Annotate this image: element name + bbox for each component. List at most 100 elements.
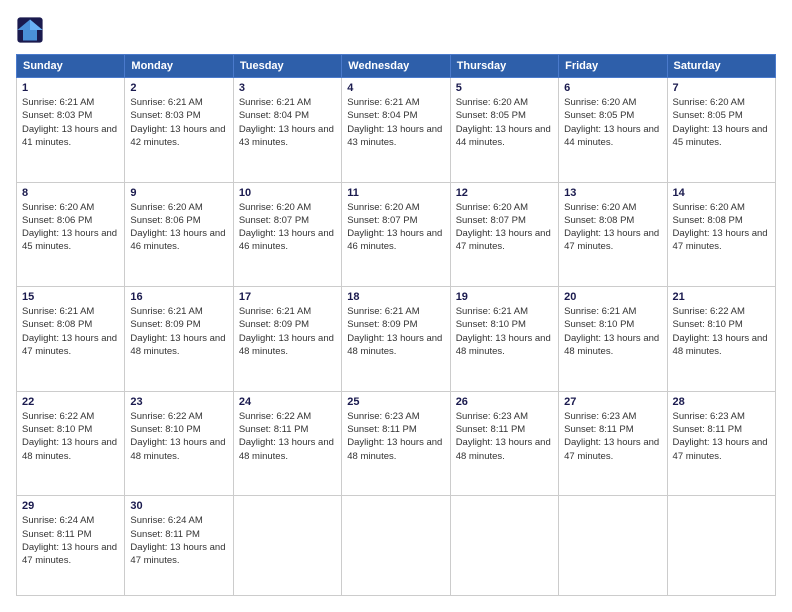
calendar-cell: 17 Sunrise: 6:21 AM Sunset: 8:09 PM Dayl… bbox=[233, 287, 341, 392]
day-number: 28 bbox=[673, 396, 770, 408]
day-info: Sunrise: 6:21 AM Sunset: 8:09 PM Dayligh… bbox=[130, 305, 227, 358]
day-info: Sunrise: 6:21 AM Sunset: 8:03 PM Dayligh… bbox=[22, 96, 119, 149]
calendar-cell: 10 Sunrise: 6:20 AM Sunset: 8:07 PM Dayl… bbox=[233, 182, 341, 287]
calendar-cell bbox=[450, 496, 558, 596]
calendar-header-row: SundayMondayTuesdayWednesdayThursdayFrid… bbox=[17, 55, 776, 78]
day-number: 24 bbox=[239, 396, 336, 408]
page: SundayMondayTuesdayWednesdayThursdayFrid… bbox=[0, 0, 792, 612]
day-header-wednesday: Wednesday bbox=[342, 55, 450, 78]
day-number: 6 bbox=[564, 82, 661, 94]
calendar-cell: 15 Sunrise: 6:21 AM Sunset: 8:08 PM Dayl… bbox=[17, 287, 125, 392]
calendar-cell: 19 Sunrise: 6:21 AM Sunset: 8:10 PM Dayl… bbox=[450, 287, 558, 392]
calendar-cell: 2 Sunrise: 6:21 AM Sunset: 8:03 PM Dayli… bbox=[125, 78, 233, 183]
day-info: Sunrise: 6:20 AM Sunset: 8:06 PM Dayligh… bbox=[22, 201, 119, 254]
day-info: Sunrise: 6:21 AM Sunset: 8:04 PM Dayligh… bbox=[347, 96, 444, 149]
day-info: Sunrise: 6:20 AM Sunset: 8:07 PM Dayligh… bbox=[347, 201, 444, 254]
day-number: 7 bbox=[673, 82, 770, 94]
calendar-cell bbox=[559, 496, 667, 596]
day-number: 9 bbox=[130, 187, 227, 199]
calendar-cell: 1 Sunrise: 6:21 AM Sunset: 8:03 PM Dayli… bbox=[17, 78, 125, 183]
calendar-cell: 4 Sunrise: 6:21 AM Sunset: 8:04 PM Dayli… bbox=[342, 78, 450, 183]
calendar-cell: 11 Sunrise: 6:20 AM Sunset: 8:07 PM Dayl… bbox=[342, 182, 450, 287]
day-number: 8 bbox=[22, 187, 119, 199]
calendar-cell: 7 Sunrise: 6:20 AM Sunset: 8:05 PM Dayli… bbox=[667, 78, 775, 183]
calendar-cell: 8 Sunrise: 6:20 AM Sunset: 8:06 PM Dayli… bbox=[17, 182, 125, 287]
day-info: Sunrise: 6:23 AM Sunset: 8:11 PM Dayligh… bbox=[564, 410, 661, 463]
day-number: 21 bbox=[673, 291, 770, 303]
day-info: Sunrise: 6:21 AM Sunset: 8:04 PM Dayligh… bbox=[239, 96, 336, 149]
calendar-cell: 27 Sunrise: 6:23 AM Sunset: 8:11 PM Dayl… bbox=[559, 391, 667, 496]
header bbox=[16, 16, 776, 44]
calendar-cell: 25 Sunrise: 6:23 AM Sunset: 8:11 PM Dayl… bbox=[342, 391, 450, 496]
calendar-week-2: 8 Sunrise: 6:20 AM Sunset: 8:06 PM Dayli… bbox=[17, 182, 776, 287]
day-info: Sunrise: 6:21 AM Sunset: 8:09 PM Dayligh… bbox=[239, 305, 336, 358]
day-number: 5 bbox=[456, 82, 553, 94]
day-number: 13 bbox=[564, 187, 661, 199]
calendar-cell: 13 Sunrise: 6:20 AM Sunset: 8:08 PM Dayl… bbox=[559, 182, 667, 287]
day-info: Sunrise: 6:22 AM Sunset: 8:10 PM Dayligh… bbox=[22, 410, 119, 463]
day-info: Sunrise: 6:20 AM Sunset: 8:08 PM Dayligh… bbox=[564, 201, 661, 254]
day-info: Sunrise: 6:23 AM Sunset: 8:11 PM Dayligh… bbox=[347, 410, 444, 463]
day-number: 15 bbox=[22, 291, 119, 303]
calendar-week-5: 29 Sunrise: 6:24 AM Sunset: 8:11 PM Dayl… bbox=[17, 496, 776, 596]
calendar-cell: 12 Sunrise: 6:20 AM Sunset: 8:07 PM Dayl… bbox=[450, 182, 558, 287]
day-number: 25 bbox=[347, 396, 444, 408]
day-info: Sunrise: 6:24 AM Sunset: 8:11 PM Dayligh… bbox=[22, 514, 119, 567]
calendar-cell: 6 Sunrise: 6:20 AM Sunset: 8:05 PM Dayli… bbox=[559, 78, 667, 183]
day-info: Sunrise: 6:22 AM Sunset: 8:10 PM Dayligh… bbox=[130, 410, 227, 463]
day-header-tuesday: Tuesday bbox=[233, 55, 341, 78]
calendar-week-1: 1 Sunrise: 6:21 AM Sunset: 8:03 PM Dayli… bbox=[17, 78, 776, 183]
day-number: 19 bbox=[456, 291, 553, 303]
day-number: 20 bbox=[564, 291, 661, 303]
calendar-week-4: 22 Sunrise: 6:22 AM Sunset: 8:10 PM Dayl… bbox=[17, 391, 776, 496]
day-header-monday: Monday bbox=[125, 55, 233, 78]
calendar-cell: 21 Sunrise: 6:22 AM Sunset: 8:10 PM Dayl… bbox=[667, 287, 775, 392]
calendar-cell: 24 Sunrise: 6:22 AM Sunset: 8:11 PM Dayl… bbox=[233, 391, 341, 496]
day-info: Sunrise: 6:22 AM Sunset: 8:10 PM Dayligh… bbox=[673, 305, 770, 358]
day-number: 3 bbox=[239, 82, 336, 94]
day-number: 27 bbox=[564, 396, 661, 408]
day-info: Sunrise: 6:24 AM Sunset: 8:11 PM Dayligh… bbox=[130, 514, 227, 567]
day-number: 12 bbox=[456, 187, 553, 199]
day-info: Sunrise: 6:20 AM Sunset: 8:07 PM Dayligh… bbox=[456, 201, 553, 254]
day-number: 2 bbox=[130, 82, 227, 94]
day-number: 18 bbox=[347, 291, 444, 303]
day-info: Sunrise: 6:21 AM Sunset: 8:03 PM Dayligh… bbox=[130, 96, 227, 149]
calendar-table: SundayMondayTuesdayWednesdayThursdayFrid… bbox=[16, 54, 776, 596]
day-number: 26 bbox=[456, 396, 553, 408]
day-info: Sunrise: 6:21 AM Sunset: 8:10 PM Dayligh… bbox=[456, 305, 553, 358]
calendar-cell: 29 Sunrise: 6:24 AM Sunset: 8:11 PM Dayl… bbox=[17, 496, 125, 596]
calendar-cell: 3 Sunrise: 6:21 AM Sunset: 8:04 PM Dayli… bbox=[233, 78, 341, 183]
day-info: Sunrise: 6:20 AM Sunset: 8:06 PM Dayligh… bbox=[130, 201, 227, 254]
calendar-cell: 16 Sunrise: 6:21 AM Sunset: 8:09 PM Dayl… bbox=[125, 287, 233, 392]
calendar-cell bbox=[667, 496, 775, 596]
logo-icon bbox=[16, 16, 44, 44]
day-number: 30 bbox=[130, 500, 227, 512]
calendar-week-3: 15 Sunrise: 6:21 AM Sunset: 8:08 PM Dayl… bbox=[17, 287, 776, 392]
calendar-cell: 28 Sunrise: 6:23 AM Sunset: 8:11 PM Dayl… bbox=[667, 391, 775, 496]
day-number: 1 bbox=[22, 82, 119, 94]
day-header-thursday: Thursday bbox=[450, 55, 558, 78]
day-number: 4 bbox=[347, 82, 444, 94]
day-info: Sunrise: 6:20 AM Sunset: 8:05 PM Dayligh… bbox=[673, 96, 770, 149]
logo bbox=[16, 16, 48, 44]
calendar-cell: 26 Sunrise: 6:23 AM Sunset: 8:11 PM Dayl… bbox=[450, 391, 558, 496]
day-header-saturday: Saturday bbox=[667, 55, 775, 78]
day-header-sunday: Sunday bbox=[17, 55, 125, 78]
day-number: 17 bbox=[239, 291, 336, 303]
calendar-cell: 14 Sunrise: 6:20 AM Sunset: 8:08 PM Dayl… bbox=[667, 182, 775, 287]
day-number: 16 bbox=[130, 291, 227, 303]
day-number: 22 bbox=[22, 396, 119, 408]
day-info: Sunrise: 6:20 AM Sunset: 8:05 PM Dayligh… bbox=[564, 96, 661, 149]
day-number: 10 bbox=[239, 187, 336, 199]
day-info: Sunrise: 6:22 AM Sunset: 8:11 PM Dayligh… bbox=[239, 410, 336, 463]
day-info: Sunrise: 6:20 AM Sunset: 8:07 PM Dayligh… bbox=[239, 201, 336, 254]
calendar-cell: 20 Sunrise: 6:21 AM Sunset: 8:10 PM Dayl… bbox=[559, 287, 667, 392]
calendar-cell: 22 Sunrise: 6:22 AM Sunset: 8:10 PM Dayl… bbox=[17, 391, 125, 496]
day-info: Sunrise: 6:21 AM Sunset: 8:08 PM Dayligh… bbox=[22, 305, 119, 358]
day-number: 29 bbox=[22, 500, 119, 512]
calendar-cell: 30 Sunrise: 6:24 AM Sunset: 8:11 PM Dayl… bbox=[125, 496, 233, 596]
calendar-cell: 5 Sunrise: 6:20 AM Sunset: 8:05 PM Dayli… bbox=[450, 78, 558, 183]
day-info: Sunrise: 6:20 AM Sunset: 8:08 PM Dayligh… bbox=[673, 201, 770, 254]
day-header-friday: Friday bbox=[559, 55, 667, 78]
